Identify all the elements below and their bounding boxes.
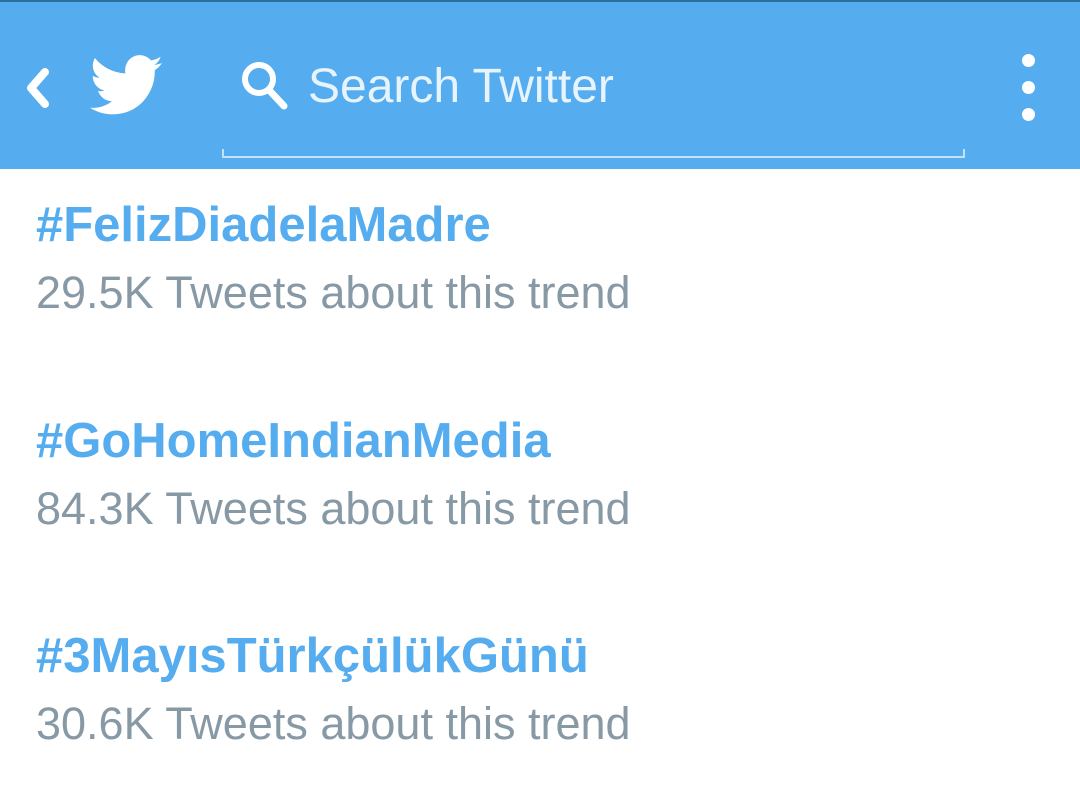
trend-tweet-count: 30.6K Tweets about this trend [36, 698, 631, 749]
kebab-dot-icon [1022, 108, 1035, 121]
search-input[interactable] [308, 56, 928, 116]
overflow-menu-button[interactable] [1008, 52, 1050, 124]
twitter-bird-icon[interactable] [89, 54, 164, 118]
trend-item[interactable]: #GoHomeIndianMedia 84.3K Tweets about th… [36, 411, 1036, 561]
trend-tweet-count: 84.3K Tweets about this trend [36, 483, 631, 534]
trend-name: #FelizDiadelaMadre [36, 198, 491, 252]
trend-name: #3MayısTürkçülükGünü [36, 629, 589, 683]
trends-list: #FelizDiadelaMadre 29.5K Tweets about th… [0, 169, 1080, 787]
kebab-dot-icon [1022, 54, 1035, 67]
kebab-dot-icon [1022, 81, 1035, 94]
chevron-left-icon [27, 68, 49, 108]
back-button[interactable] [14, 58, 62, 118]
trend-item[interactable]: #3MayısTürkçülükGünü 30.6K Tweets about … [36, 626, 1036, 776]
trend-tweet-count: 29.5K Tweets about this trend [36, 267, 631, 318]
top-app-bar [0, 2, 1080, 169]
search-underline [222, 149, 965, 158]
search-bar[interactable] [222, 42, 965, 158]
search-icon [242, 62, 288, 110]
trend-item[interactable]: #FelizDiadelaMadre 29.5K Tweets about th… [36, 195, 1036, 345]
trend-name: #GoHomeIndianMedia [36, 414, 551, 468]
